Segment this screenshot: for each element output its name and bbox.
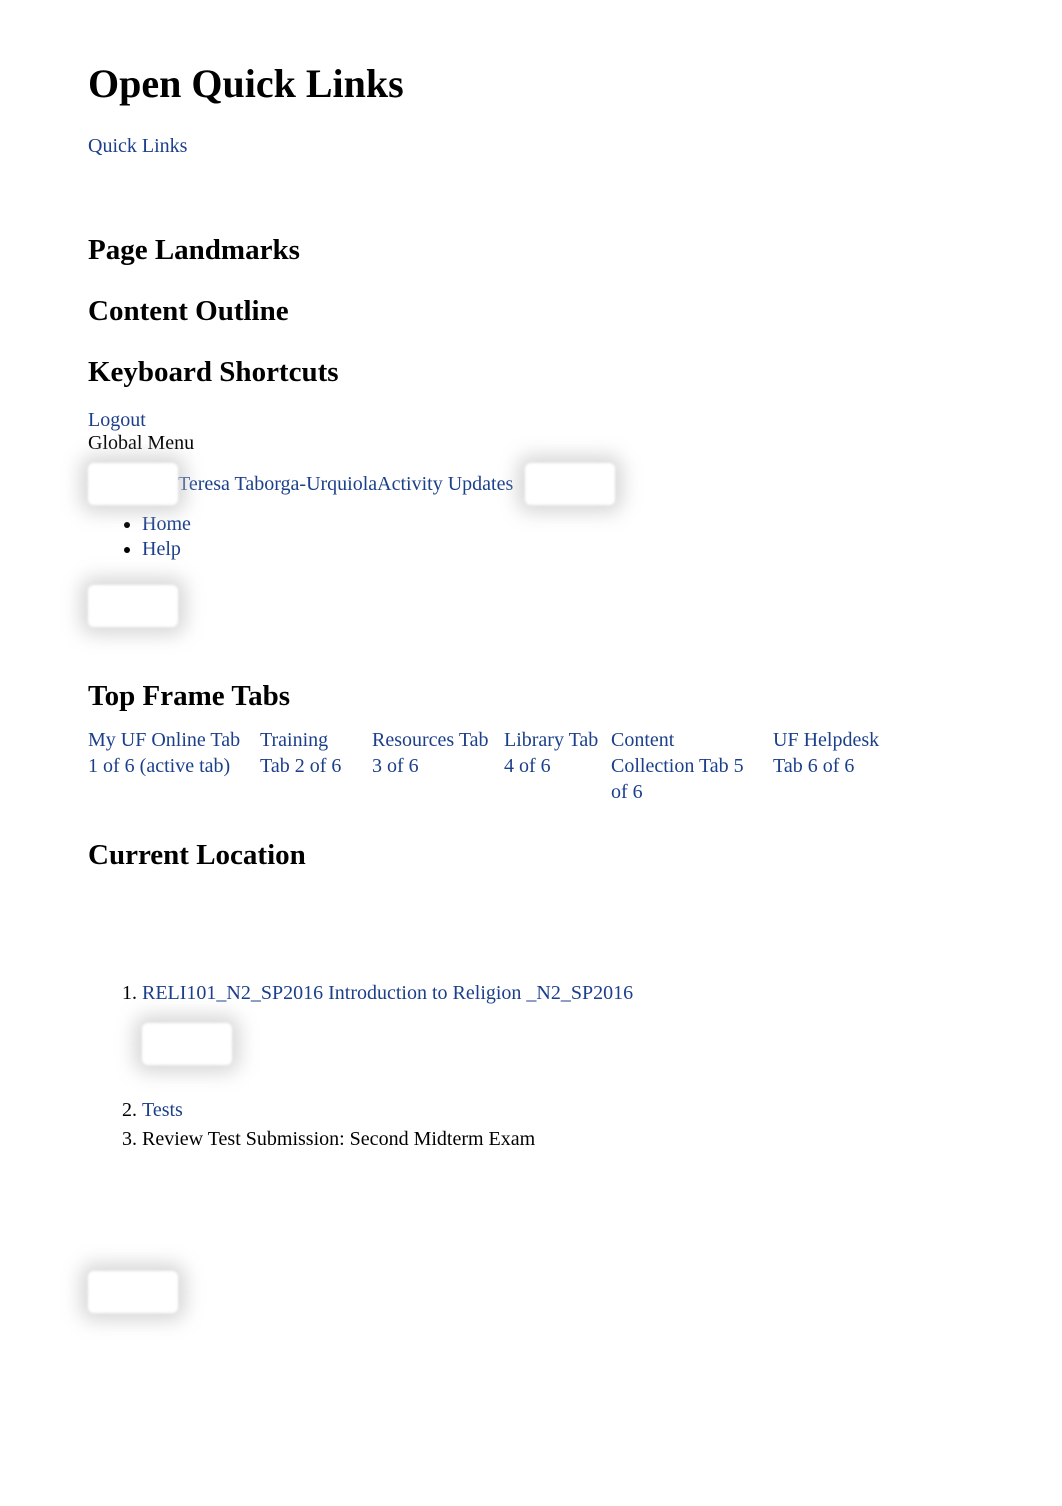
- page-title: Open Quick Links: [88, 60, 974, 107]
- quick-links-link[interactable]: Quick Links: [88, 135, 187, 158]
- tabs-row: My UF Online Tab 1 of 6 (active tab) Tra…: [88, 727, 974, 805]
- list-item: Help: [142, 538, 974, 561]
- global-menu-label: Global Menu: [88, 432, 194, 454]
- tab-content-collection[interactable]: Content Collection Tab 5 of 6: [611, 727, 761, 805]
- tab-training[interactable]: Training Tab 2 of 6: [260, 727, 360, 805]
- logout-link[interactable]: Logout: [88, 409, 146, 432]
- breadcrumb-course-link[interactable]: RELI101_N2_SP2016 Introduction to Religi…: [142, 982, 633, 1004]
- list-item: RELI101_N2_SP2016 Introduction to Religi…: [142, 982, 974, 1071]
- user-name-link[interactable]: Teresa Taborga-Urquiola: [178, 473, 377, 496]
- location-list: RELI101_N2_SP2016 Introduction to Religi…: [142, 982, 974, 1151]
- page-landmarks-heading: Page Landmarks: [88, 234, 974, 267]
- breadcrumb-tests-link[interactable]: Tests: [142, 1099, 183, 1121]
- blurred-placeholder-icon: [88, 463, 178, 505]
- breadcrumb-current: Review Test Submission: Second Midterm E…: [142, 1128, 535, 1150]
- list-item: Home: [142, 513, 974, 536]
- activity-updates-link[interactable]: Activity Updates: [377, 473, 513, 496]
- global-nav-list: Home Help: [142, 513, 974, 561]
- top-frame-tabs-heading: Top Frame Tabs: [88, 680, 974, 713]
- blurred-placeholder-icon: [525, 463, 615, 505]
- tab-uf-helpdesk[interactable]: UF Helpdesk Tab 6 of 6: [773, 727, 883, 805]
- current-location-heading: Current Location: [88, 839, 974, 872]
- home-link[interactable]: Home: [142, 513, 191, 535]
- keyboard-shortcuts-heading: Keyboard Shortcuts: [88, 356, 974, 389]
- tab-my-uf-online[interactable]: My UF Online Tab 1 of 6 (active tab): [88, 727, 248, 805]
- user-row: Teresa Taborga-UrquiolaActivity Updates: [88, 463, 974, 505]
- blurred-placeholder-icon: [88, 585, 178, 627]
- content-outline-heading: Content Outline: [88, 295, 974, 328]
- tab-library[interactable]: Library Tab 4 of 6: [504, 727, 599, 805]
- blurred-placeholder-icon: [142, 1023, 232, 1065]
- list-item: Tests: [142, 1099, 974, 1122]
- tab-resources[interactable]: Resources Tab 3 of 6: [372, 727, 492, 805]
- list-item: Review Test Submission: Second Midterm E…: [142, 1128, 974, 1151]
- blurred-placeholder-icon: [88, 1271, 178, 1313]
- help-link[interactable]: Help: [142, 538, 181, 560]
